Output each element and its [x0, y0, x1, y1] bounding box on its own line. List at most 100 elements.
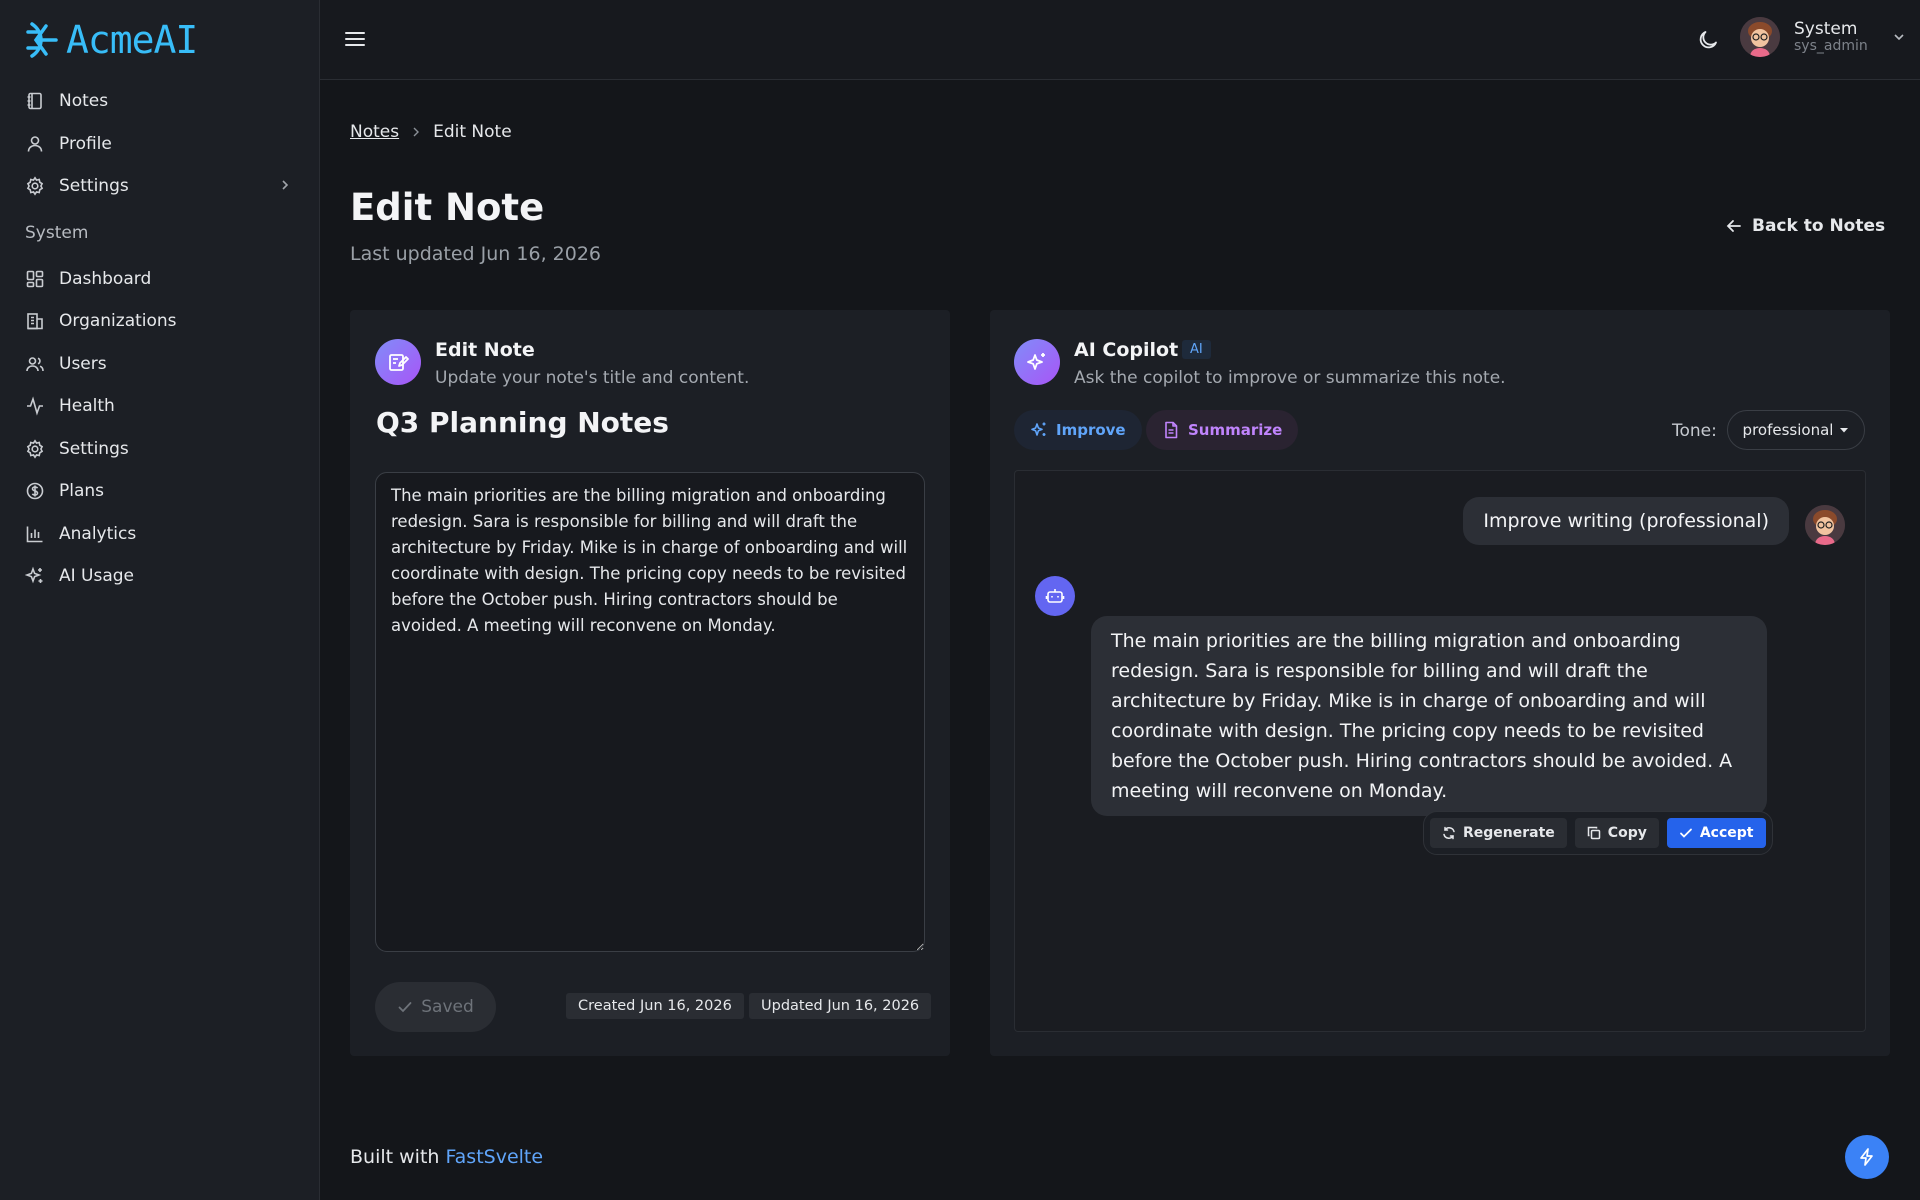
quick-action-button[interactable] [1845, 1135, 1889, 1179]
sidebar-item-settings[interactable]: Settings [0, 165, 320, 208]
sidebar-item-label: Settings [59, 438, 129, 459]
sidebar-item-analytics[interactable]: Analytics [0, 513, 320, 556]
menu-toggle-button[interactable] [344, 27, 366, 51]
sidebar-item-users[interactable]: Users [0, 343, 320, 386]
sidebar-item-label: Users [59, 353, 107, 374]
saved-button[interactable]: Saved [375, 982, 496, 1032]
sidebar-item-label: Settings [59, 176, 129, 197]
note-content-textarea[interactable] [375, 472, 925, 952]
note-title-input[interactable] [376, 400, 924, 444]
sidebar-item-system-settings[interactable]: Settings [0, 428, 320, 471]
updated-date-chip: Updated Jun 16, 2026 [749, 993, 932, 1019]
summarize-label: Summarize [1188, 421, 1283, 439]
copilot-title: AI Copilot [1074, 339, 1179, 361]
activity-icon [27, 396, 43, 416]
editor-subtitle: Update your note's title and content. [435, 368, 750, 388]
sparkles-icon [1027, 353, 1045, 370]
sidebar-item-label: AI Usage [59, 566, 135, 587]
document-icon [1165, 421, 1178, 439]
edit-note-badge [375, 339, 421, 385]
check-icon [398, 1002, 412, 1013]
gear-icon [26, 176, 44, 196]
sidebar-item-health[interactable]: Health [0, 385, 320, 428]
sidebar-item-organizations[interactable]: Organizations [0, 300, 320, 343]
chevron-right-icon [282, 180, 289, 190]
tone-value: professional [1742, 421, 1834, 439]
moon-icon [1699, 31, 1717, 49]
accept-button[interactable]: Accept [1666, 818, 1766, 848]
sidebar-item-label: Profile [59, 133, 112, 154]
user-message-bubble: Improve writing (professional) [1463, 497, 1789, 545]
sidebar-item-dashboard[interactable]: Dashboard [0, 258, 320, 301]
logo-text: AcmeAI [66, 18, 198, 62]
theme-toggle-button[interactable] [1696, 28, 1720, 52]
sidebar-item-profile[interactable]: Profile [0, 123, 320, 166]
copy-button[interactable]: Copy [1574, 818, 1659, 848]
chat-panel[interactable]: Improve writing (professional) The main … [1014, 470, 1866, 1032]
accept-label: Accept [1699, 825, 1754, 841]
copilot-badge [1014, 339, 1060, 385]
sidebar-section-system: System [25, 222, 89, 243]
copy-icon [1587, 826, 1601, 840]
page-subtitle: Last updated Jun 16, 2026 [350, 243, 601, 265]
app-logo[interactable]: AcmeAI [24, 18, 198, 62]
footer-prefix: Built with [350, 1146, 440, 1168]
sidebar-item-label: Organizations [59, 311, 177, 332]
ai-copilot-card: AI Copilot AI Ask the copilot to improve… [990, 310, 1890, 1056]
edit-note-icon [389, 354, 409, 371]
regenerate-button[interactable]: Regenerate [1430, 818, 1567, 848]
notebook-icon [27, 92, 42, 110]
bot-message-bubble: The main priorities are the billing migr… [1091, 616, 1767, 816]
summarize-button[interactable]: Summarize [1146, 410, 1299, 450]
breadcrumb-link-notes[interactable]: Notes [350, 122, 399, 142]
copy-label: Copy [1607, 825, 1647, 841]
sidebar: AcmeAI Notes Profile Settings System Das… [0, 0, 320, 1200]
sparkles-icon [25, 566, 43, 584]
users-icon [26, 356, 44, 371]
caret-down-icon [1840, 428, 1849, 433]
sidebar-item-ai-usage[interactable]: AI Usage [0, 555, 320, 598]
sidebar-item-notes[interactable]: Notes [0, 80, 320, 123]
created-date-chip: Created Jun 16, 2026 [566, 993, 744, 1019]
back-to-notes-button[interactable]: Back to Notes [1726, 216, 1885, 236]
saved-label: Saved [421, 997, 474, 1017]
user-icon [27, 135, 43, 152]
improve-label: Improve [1056, 421, 1126, 439]
arrow-left-icon [1726, 220, 1741, 232]
sidebar-item-label: Dashboard [59, 268, 152, 289]
improve-button[interactable]: Improve [1014, 410, 1142, 450]
back-to-notes-label: Back to Notes [1752, 216, 1886, 236]
message-actions: Regenerate Copy Accept [1423, 811, 1773, 855]
avatar [1805, 505, 1845, 545]
dashboard-icon [26, 270, 44, 288]
sidebar-item-label: Analytics [59, 523, 137, 544]
sidebar-nav: Notes Profile Settings System Dashboard … [0, 80, 320, 598]
user-name: System [1794, 19, 1858, 39]
footer: Built with FastSvelte [350, 1146, 543, 1168]
sidebar-item-plans[interactable]: Plans [0, 470, 320, 513]
building-icon [27, 313, 43, 330]
robot-icon [1045, 589, 1065, 603]
sparkles-icon [1031, 422, 1046, 436]
tone-select[interactable]: professional [1727, 410, 1865, 450]
chevron-down-icon [1894, 34, 1904, 41]
editor-title: Edit Note [435, 339, 535, 361]
tone-label: Tone: [1672, 421, 1717, 441]
logo-icon [26, 22, 58, 58]
avatar [1740, 17, 1780, 57]
user-menu[interactable]: System sys_admin [1740, 17, 1906, 57]
page-title: Edit Note [350, 186, 545, 229]
refresh-icon [1443, 826, 1455, 840]
gear-icon [26, 439, 44, 459]
footer-link-fastsvelte[interactable]: FastSvelte [445, 1146, 543, 1168]
copilot-subtitle: Ask the copilot to improve or summarize … [1074, 368, 1506, 388]
note-editor-card: Edit Note Update your note's title and c… [350, 310, 950, 1056]
sidebar-item-label: Plans [59, 481, 105, 502]
breadcrumb-current: Edit Note [433, 122, 512, 142]
ai-badge: AI [1182, 340, 1211, 359]
topbar: System sys_admin [320, 0, 1920, 80]
user-handle: sys_admin [1794, 38, 1868, 54]
bot-avatar [1035, 576, 1075, 616]
hamburger-icon [345, 32, 365, 46]
user-info: System sys_admin [1794, 20, 1868, 54]
